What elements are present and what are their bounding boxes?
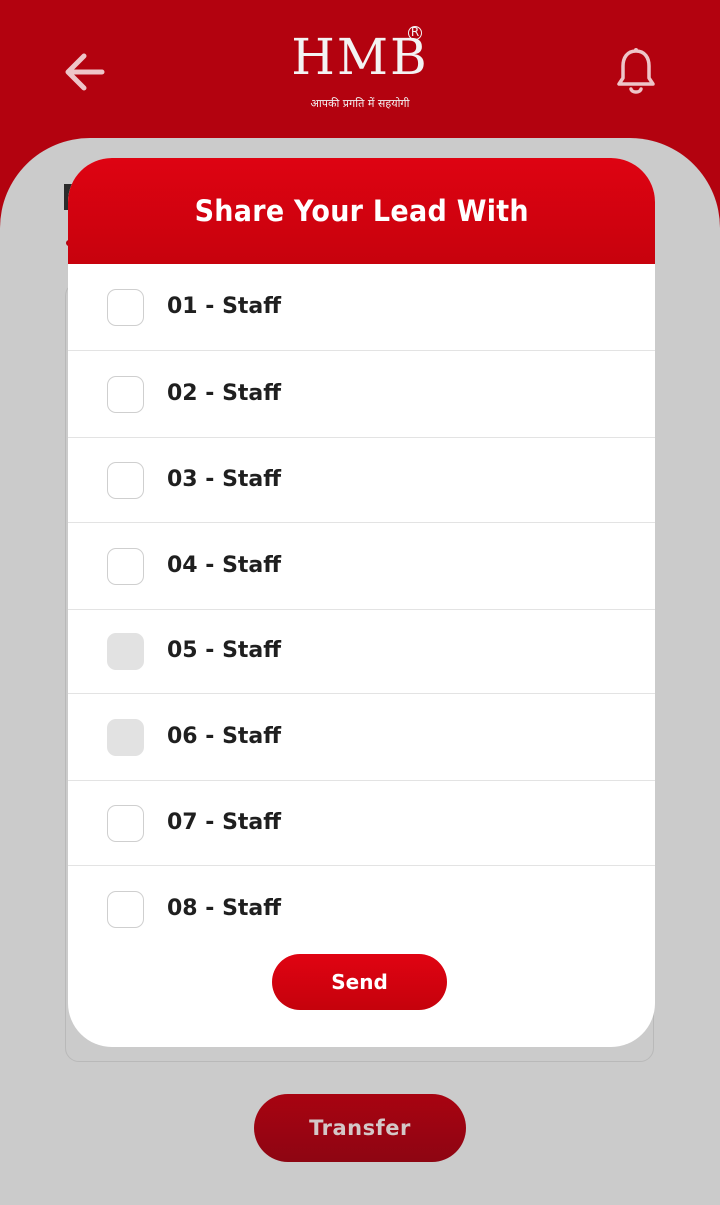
staff-row: 05 - Staff — [68, 610, 655, 694]
staff-checkbox[interactable] — [107, 462, 144, 499]
bell-icon — [617, 48, 655, 94]
staff-checkbox[interactable] — [107, 289, 144, 326]
back-button[interactable] — [58, 46, 110, 98]
staff-label: 06 - Staff — [167, 724, 282, 749]
hmb-logo: HMB R आपकी प्रगति में सहयोगी — [290, 26, 430, 118]
staff-row: 06 - Staff — [68, 694, 655, 781]
staff-row[interactable]: 01 - Staff — [68, 264, 655, 351]
staff-checkbox[interactable] — [107, 891, 144, 928]
staff-label: 04 - Staff — [167, 553, 282, 578]
send-button[interactable]: Send — [272, 954, 447, 1010]
staff-checkbox[interactable] — [107, 548, 144, 585]
back-arrow-icon — [65, 53, 105, 91]
registered-mark: R — [408, 26, 422, 40]
staff-row[interactable]: 08 - Staff — [68, 866, 655, 953]
modal-header: Share Your Lead With — [68, 158, 655, 264]
staff-label: 01 - Staff — [167, 294, 282, 319]
staff-label: 05 - Staff — [167, 638, 282, 663]
staff-checkbox-disabled — [107, 633, 144, 670]
staff-row[interactable]: 07 - Staff — [68, 781, 655, 866]
staff-label: 08 - Staff — [167, 896, 282, 921]
logo-tagline: आपकी प्रगति में सहयोगी — [310, 97, 410, 110]
transfer-button[interactable]: Transfer — [254, 1094, 466, 1162]
staff-checkbox-disabled — [107, 719, 144, 756]
staff-label: 02 - Staff — [167, 381, 282, 406]
share-lead-modal: Share Your Lead With 01 - Staff 02 - Sta… — [68, 158, 655, 1047]
staff-row[interactable]: 03 - Staff — [68, 438, 655, 523]
staff-label: 07 - Staff — [167, 810, 282, 835]
staff-row[interactable]: 02 - Staff — [68, 351, 655, 438]
staff-checkbox[interactable] — [107, 805, 144, 842]
notification-button[interactable] — [610, 44, 662, 100]
staff-checkbox[interactable] — [107, 376, 144, 413]
modal-title: Share Your Lead With — [194, 194, 529, 228]
staff-label: 03 - Staff — [167, 467, 282, 492]
staff-row[interactable]: 04 - Staff — [68, 523, 655, 610]
